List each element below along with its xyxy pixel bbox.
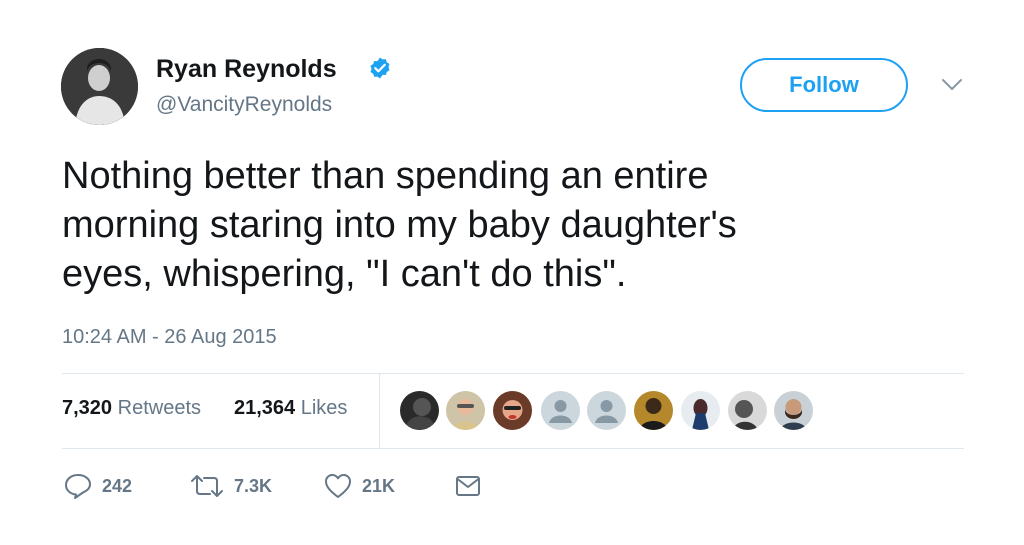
divider	[62, 448, 964, 449]
likes-count: 21,364	[234, 397, 296, 419]
chevron-down-icon[interactable]	[941, 78, 963, 92]
liker-avatar[interactable]	[493, 391, 532, 430]
direct-message-action[interactable]	[455, 472, 481, 500]
liker-avatar[interactable]	[446, 391, 485, 430]
user-handle[interactable]: @VancityReynolds	[156, 93, 332, 117]
tweet-timestamp[interactable]: 10:24 AM - 26 Aug 2015	[62, 326, 277, 349]
liker-avatar[interactable]	[541, 391, 580, 430]
verified-badge-icon	[370, 57, 390, 79]
heart-icon	[325, 474, 351, 498]
reply-count: 242	[102, 475, 133, 496]
stats-divider	[379, 373, 380, 448]
retweet-icon	[191, 475, 223, 497]
reply-icon	[65, 474, 91, 499]
follow-button[interactable]: Follow	[740, 58, 908, 112]
liker-avatar[interactable]	[728, 391, 767, 430]
liker-avatar[interactable]	[774, 391, 813, 430]
retweets-stat[interactable]: 7,320 Retweets	[62, 397, 201, 420]
retweet-count: 7.3K	[234, 475, 273, 496]
tweet-text: Nothing better than spending an entire m…	[62, 152, 962, 299]
reply-action[interactable]: 242	[64, 472, 132, 500]
tweet-text-line: Nothing better than spending an entire	[62, 155, 709, 197]
display-name[interactable]: Ryan Reynolds	[156, 55, 337, 84]
liker-avatar[interactable]	[681, 391, 720, 430]
liker-avatar[interactable]	[587, 391, 626, 430]
retweets-count: 7,320	[62, 397, 113, 419]
liker-avatar[interactable]	[400, 391, 439, 430]
likes-label: Likes	[300, 397, 348, 419]
retweets-label: Retweets	[117, 397, 201, 419]
profile-avatar[interactable]	[61, 48, 138, 125]
liker-avatar[interactable]	[634, 391, 673, 430]
divider	[62, 373, 964, 374]
likes-stat[interactable]: 21,364 Likes	[234, 397, 347, 420]
retweet-action[interactable]: 7.3K	[190, 472, 272, 500]
tweet-text-line: eyes, whispering, "I can't do this".	[62, 253, 627, 295]
envelope-icon	[456, 476, 480, 496]
tweet-text-line: morning staring into my baby daughter's	[62, 204, 737, 246]
like-count: 21K	[362, 475, 396, 496]
like-action[interactable]: 21K	[324, 472, 395, 500]
